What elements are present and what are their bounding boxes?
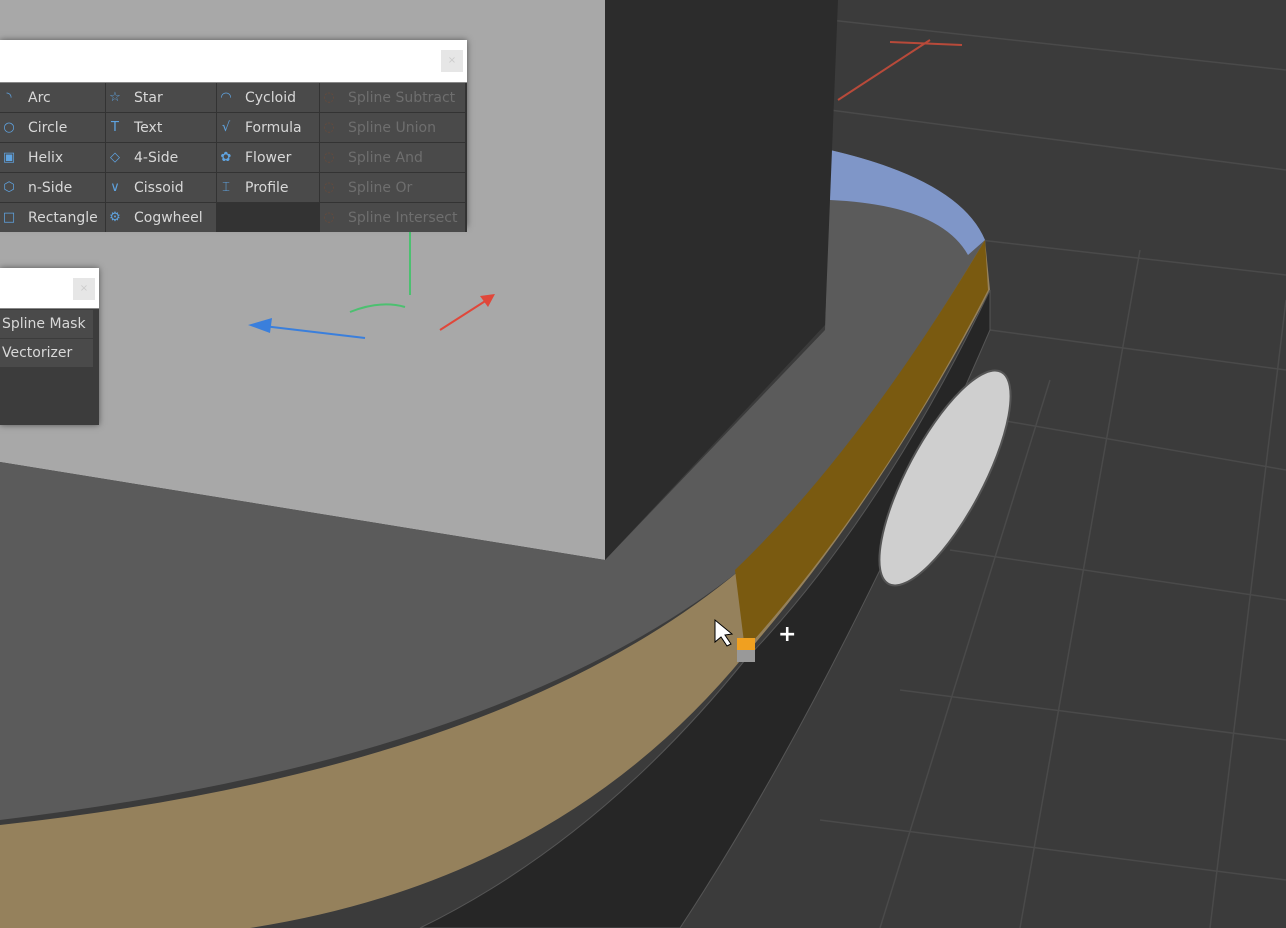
menu-item-label: Formula xyxy=(245,119,302,136)
menu-item-label: Circle xyxy=(28,119,68,136)
menu-item-cissoid[interactable]: ∨ Cissoid xyxy=(106,173,216,202)
menu-item-flower[interactable]: ✿ Flower xyxy=(217,143,319,172)
menu-item-cogwheel[interactable]: ⚙ Cogwheel xyxy=(106,203,216,232)
svg-text:+: + xyxy=(778,622,796,647)
formula-icon: √ xyxy=(221,120,231,135)
menu-item-helix[interactable]: ▣ Helix xyxy=(0,143,105,172)
menu-item-circle[interactable]: ○ Circle xyxy=(0,113,105,142)
menu-item-label: Rectangle xyxy=(28,209,98,226)
palette-title-bar[interactable]: × xyxy=(0,268,99,309)
empty-cell xyxy=(217,203,319,232)
menu-item-label: Spline Or xyxy=(348,179,413,196)
menu-item-spline-or[interactable]: ◌ Spline Or xyxy=(320,173,465,202)
menu-item-spline-mask[interactable]: Spline Mask xyxy=(0,310,93,338)
menu-item-spline-subtract[interactable]: ◌ Spline Subtract xyxy=(320,83,465,112)
four-side-icon: ◇ xyxy=(110,150,120,165)
cycloid-icon: ◠ xyxy=(220,90,232,105)
close-icon[interactable]: × xyxy=(73,278,95,300)
menu-item-label: n-Side xyxy=(28,179,73,196)
menu-item-formula[interactable]: √ Formula xyxy=(217,113,319,142)
menu-item-label: Text xyxy=(134,119,163,136)
menu-item-label: Cissoid xyxy=(134,179,184,196)
profile-icon: ⌶ xyxy=(222,180,230,195)
spline-primitives-palette: × ◝ Arc ☆ Star ◠ Cycloid ◌ Spline Subtract ○ Circ… xyxy=(0,40,467,232)
palette-title-bar[interactable]: × xyxy=(0,40,467,83)
menu-item-4-side[interactable]: ◇ 4-Side xyxy=(106,143,216,172)
menu-item-star[interactable]: ☆ Star xyxy=(106,83,216,112)
menu-item-label: Spline Union xyxy=(348,119,436,136)
spline-intersect-icon: ◌ xyxy=(323,210,335,225)
menu-item-rectangle[interactable]: □ Rectangle xyxy=(0,203,105,232)
cissoid-icon: ∨ xyxy=(110,180,120,195)
n-side-icon: ⬡ xyxy=(3,180,15,195)
menu-item-spline-intersect[interactable]: ◌ Spline Intersect xyxy=(320,203,465,232)
menu-item-label: Cogwheel xyxy=(134,209,203,226)
menu-item-label: Star xyxy=(134,89,163,106)
helix-icon: ▣ xyxy=(2,150,16,165)
menu-item-label: Helix xyxy=(28,149,64,166)
menu-item-label: 4-Side xyxy=(134,149,179,166)
menu-item-label: Arc xyxy=(28,89,51,106)
spline-or-icon: ◌ xyxy=(323,180,335,195)
menu-item-n-side[interactable]: ⬡ n-Side xyxy=(0,173,105,202)
menu-item-arc[interactable]: ◝ Arc xyxy=(0,83,105,112)
text-icon: T xyxy=(111,120,119,135)
cogwheel-icon: ⚙ xyxy=(109,210,121,225)
menu-item-text[interactable]: T Text xyxy=(106,113,216,142)
spline-and-icon: ◌ xyxy=(323,150,335,165)
circle-icon: ○ xyxy=(3,120,15,135)
spline-union-icon: ◌ xyxy=(323,120,335,135)
close-icon[interactable]: × xyxy=(441,50,463,72)
menu-item-label: Profile xyxy=(245,179,289,196)
menu-item-label: Vectorizer xyxy=(2,345,73,361)
menu-item-label: Spline And xyxy=(348,149,423,166)
arc-icon: ◝ xyxy=(6,90,12,105)
menu-item-spline-and[interactable]: ◌ Spline And xyxy=(320,143,465,172)
spline-generators-palette: × Spline Mask Vectorizer xyxy=(0,268,99,425)
star-icon: ☆ xyxy=(109,90,121,105)
menu-item-profile[interactable]: ⌶ Profile xyxy=(217,173,319,202)
menu-item-label: Spline Intersect xyxy=(348,209,458,226)
flower-icon: ✿ xyxy=(220,150,232,165)
spline-subtract-icon: ◌ xyxy=(323,90,335,105)
menu-item-label: Cycloid xyxy=(245,89,296,106)
menu-item-label: Spline Mask xyxy=(2,316,86,332)
menu-item-vectorizer[interactable]: Vectorizer xyxy=(0,339,93,367)
menu-item-cycloid[interactable]: ◠ Cycloid xyxy=(217,83,319,112)
menu-item-label: Flower xyxy=(245,149,292,166)
menu-item-label: Spline Subtract xyxy=(348,89,456,106)
rectangle-icon: □ xyxy=(2,210,16,225)
menu-item-spline-union[interactable]: ◌ Spline Union xyxy=(320,113,465,142)
